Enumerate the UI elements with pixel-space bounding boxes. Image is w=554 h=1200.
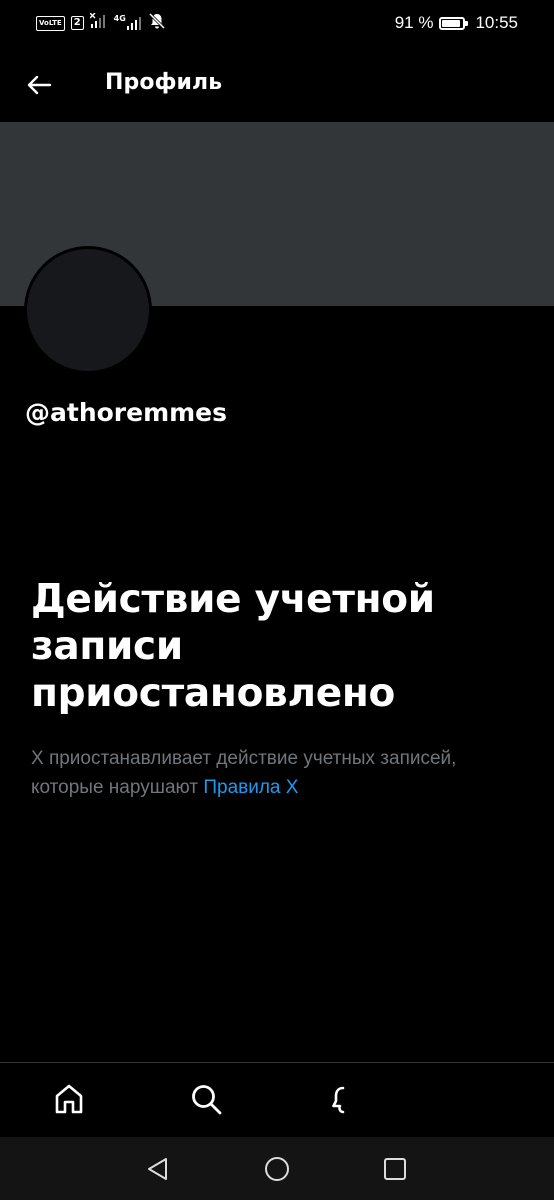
tab-home[interactable]	[49, 1079, 89, 1119]
signal-icon	[89, 12, 108, 33]
triangle-back-icon	[148, 1158, 167, 1180]
system-nav-bar	[0, 1137, 554, 1200]
profile-handle: @athoremmes	[25, 398, 228, 427]
square-recents-icon	[384, 1158, 406, 1180]
battery-icon	[439, 16, 469, 30]
arrow-left-icon	[27, 75, 52, 95]
tab-notifications[interactable]	[323, 1079, 363, 1119]
network-indicator: 4G	[114, 15, 142, 31]
volte-indicator: VoLTE	[36, 15, 65, 31]
top-app-bar: Профиль	[0, 48, 554, 122]
status-right: 91 % 10:55	[395, 12, 518, 34]
battery-percent: 91 %	[394, 13, 434, 32]
tab-search[interactable]	[186, 1079, 226, 1119]
nav-recents-button[interactable]	[380, 1154, 410, 1184]
avatar	[24, 246, 152, 374]
nav-home-button[interactable]	[262, 1154, 292, 1184]
nav-back-button[interactable]	[143, 1154, 173, 1184]
home-icon	[55, 1084, 83, 1114]
search-icon	[192, 1085, 222, 1115]
bell-icon	[332, 1086, 345, 1114]
sim-indicator: 2	[70, 16, 84, 30]
clock: 10:55	[475, 13, 518, 32]
bottom-tab-bar	[0, 1063, 554, 1137]
back-button[interactable]	[22, 68, 56, 102]
mute-bell-icon	[148, 12, 166, 34]
page-title: Профиль	[105, 70, 223, 95]
circle-home-icon	[265, 1157, 289, 1181]
rules-link[interactable]: Правила X	[203, 777, 298, 798]
suspension-description: X приостанавливает действие учетных запи…	[31, 744, 531, 802]
status-bar: VoLTE 2 4G 91 % 10:55	[0, 0, 554, 48]
status-left: VoLTE 2 4G	[36, 12, 166, 34]
suspension-title: Действие учетной записи приостановлено	[31, 577, 435, 716]
